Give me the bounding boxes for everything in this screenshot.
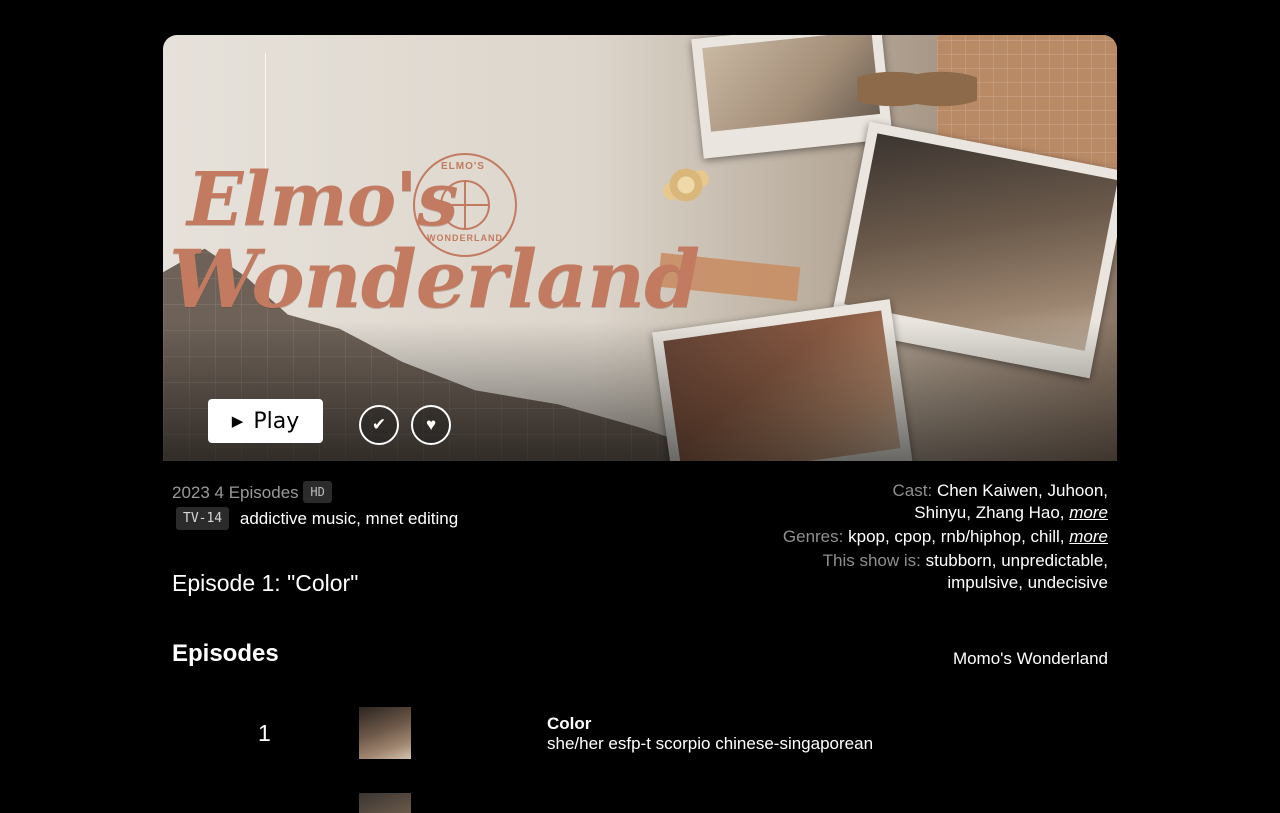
hero-divider bbox=[265, 53, 266, 173]
seal-text-bottom: WONDERLAND bbox=[427, 233, 503, 243]
globe-seal-logo: ELMO'S WONDERLAND bbox=[413, 153, 517, 257]
show-is-label: This show is: bbox=[822, 551, 921, 570]
next-episode-thumbnail[interactable] bbox=[359, 793, 411, 813]
episodes-heading: Episodes bbox=[172, 640, 279, 667]
show-meta: 2023 4 Episodes HD TV-14 addictive music… bbox=[172, 481, 458, 530]
hero-banner: Elmo's Wonderland ELMO'S WONDERLAND ▶ Pl… bbox=[163, 35, 1117, 461]
genres-list: kpop, cpop, rnb/hiphop, chill, bbox=[848, 527, 1065, 546]
show-details: Cast: Chen Kaiwen, Juhoon, Shinyu, Zhang… bbox=[768, 480, 1108, 596]
show-is-line-1: stubborn, unpredictable, bbox=[925, 551, 1108, 570]
genres-info: Genres: kpop, cpop, rnb/hiphop, chill, m… bbox=[768, 526, 1108, 548]
episode-description: she/her esfp-t scorpio chinese-singapore… bbox=[547, 734, 874, 753]
episode-name: Color bbox=[547, 714, 592, 733]
cast-line-2: Shinyu, Zhang Hao, bbox=[914, 503, 1065, 522]
cast-info: Cast: Chen Kaiwen, Juhoon, Shinyu, Zhang… bbox=[768, 480, 1108, 524]
current-episode-title: Episode 1: "Color" bbox=[172, 570, 359, 596]
season-selector[interactable]: Momo's Wonderland bbox=[953, 649, 1108, 669]
rating-badge: TV-14 bbox=[176, 507, 230, 530]
title-line-2: Wonderland bbox=[169, 232, 700, 326]
episode-thumbnail bbox=[359, 707, 411, 759]
heart-icon: ♥ bbox=[425, 415, 437, 434]
year-episodes: 2023 4 Episodes bbox=[172, 483, 299, 502]
quality-badge: HD bbox=[303, 481, 332, 503]
check-icon: ✔ bbox=[371, 415, 387, 434]
play-label: Play bbox=[253, 408, 300, 434]
genres-label: Genres: bbox=[782, 527, 844, 546]
episode-row[interactable]: 1 Color she/her esfp-t scorpio chinese-s… bbox=[172, 706, 1108, 760]
show-tags: addictive music, mnet editing bbox=[239, 509, 459, 528]
cast-line-1: Chen Kaiwen, Juhoon, bbox=[936, 481, 1108, 500]
cast-more-link[interactable]: more bbox=[1069, 503, 1108, 522]
seal-text-top: ELMO'S bbox=[441, 161, 485, 172]
like-button[interactable]: ♥ bbox=[411, 405, 451, 445]
genres-more-link[interactable]: more bbox=[1069, 527, 1108, 546]
globe-icon bbox=[440, 180, 490, 230]
play-button[interactable]: ▶ Play bbox=[208, 399, 323, 443]
moth-decoration bbox=[857, 59, 977, 119]
add-to-list-button[interactable]: ✔ bbox=[359, 405, 399, 445]
episode-number: 1 bbox=[258, 720, 271, 746]
show-is-line-2: impulsive, undecisive bbox=[947, 573, 1108, 592]
cast-label: Cast: bbox=[892, 481, 933, 500]
play-icon: ▶ bbox=[231, 412, 244, 430]
show-is-info: This show is: stubborn, unpredictable, i… bbox=[768, 550, 1108, 594]
